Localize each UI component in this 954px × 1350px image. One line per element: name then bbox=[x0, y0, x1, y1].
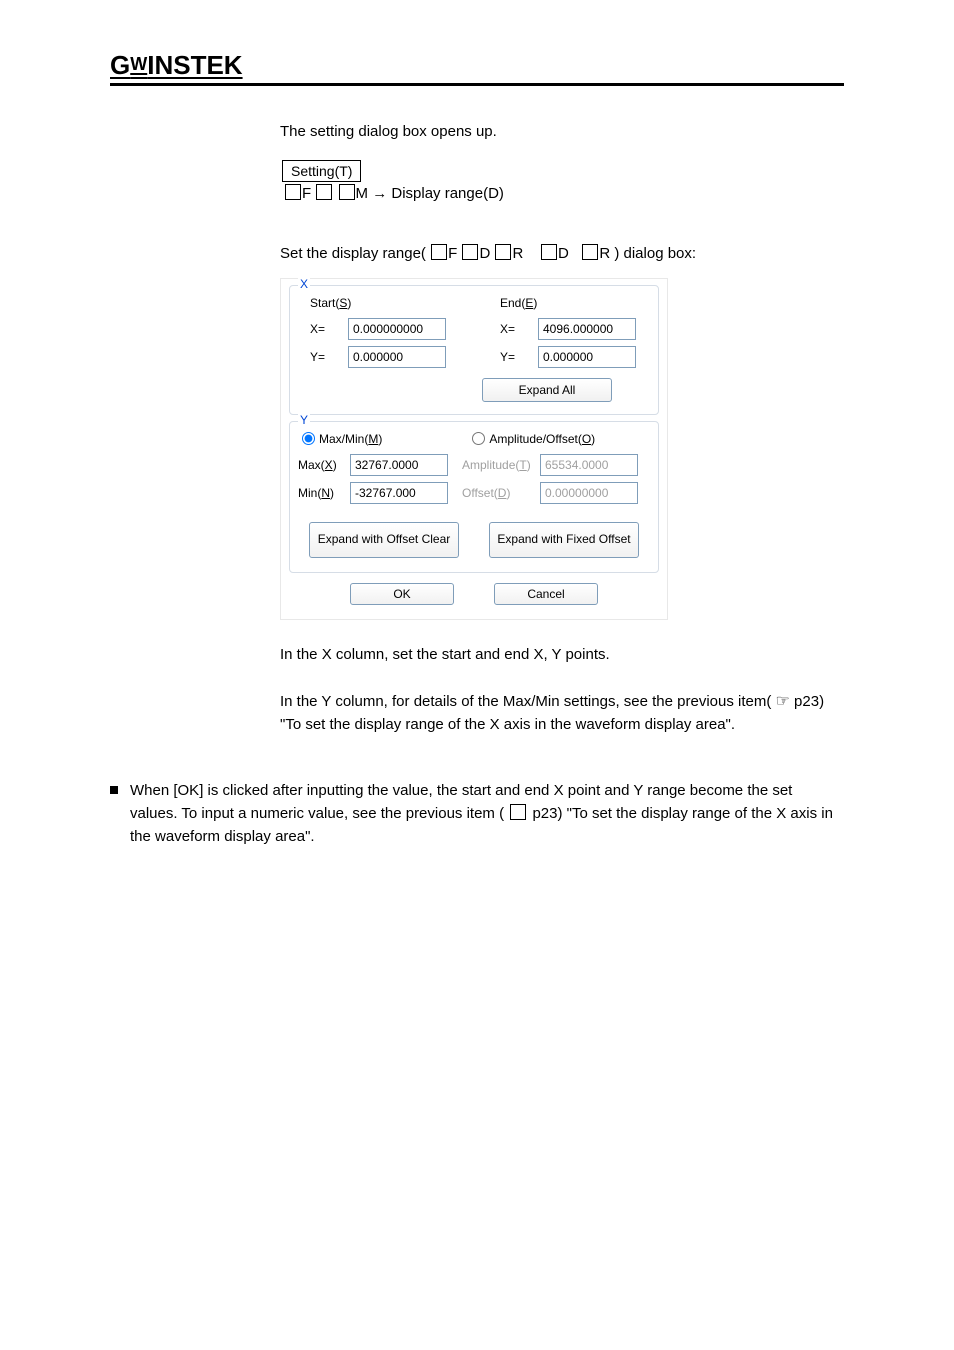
nav-mnemonic-line: F M → Display range(D) bbox=[284, 184, 844, 202]
explain-p2a: In the Y column, for details of the Max/… bbox=[280, 693, 771, 710]
mnemonic-box bbox=[431, 244, 447, 260]
ampoff-col: Amplitude(T) Offset(D) bbox=[462, 454, 638, 504]
mnemonic-f: F bbox=[302, 185, 311, 202]
max-label: Max(X) bbox=[298, 458, 344, 472]
explain-p2: In the Y column, for details of the Max/… bbox=[280, 690, 844, 737]
pointer-icon: ☞ bbox=[776, 690, 790, 714]
end-x-input[interactable] bbox=[538, 318, 636, 340]
display-range-dialog: X Start(S) X= Y= bbox=[280, 278, 668, 620]
expand-fixed-offset-button[interactable]: Expand with Fixed Offset bbox=[489, 522, 639, 558]
maxmin-col: Max(X) Min(N) bbox=[298, 454, 448, 504]
mnemonic-char: D bbox=[479, 245, 490, 262]
maxmin-radio-label: Max/Min(M) bbox=[319, 432, 382, 446]
min-label: Min(N) bbox=[298, 486, 344, 500]
objective-before: Set the display range( bbox=[280, 245, 426, 262]
brand-logo: GWINSTEK bbox=[110, 50, 844, 81]
start-y-input[interactable] bbox=[348, 346, 446, 368]
ampoffset-radio-label: Amplitude/Offset(O) bbox=[489, 432, 595, 446]
header-rule bbox=[110, 83, 844, 86]
maxmin-radio[interactable]: Max/Min(M) bbox=[302, 432, 382, 446]
cancel-button[interactable]: Cancel bbox=[494, 583, 598, 605]
mnemonic-m: M bbox=[356, 185, 369, 202]
intro-line: The setting dialog box opens up. bbox=[280, 121, 844, 144]
y-label: Y= bbox=[310, 350, 342, 364]
end-label: End(E) bbox=[500, 296, 636, 310]
start-label: Start(S) bbox=[310, 296, 446, 310]
max-input[interactable] bbox=[350, 454, 448, 476]
explain-p1: In the X column, set the start and end X… bbox=[280, 644, 844, 667]
amplitude-label: Amplitude(T) bbox=[462, 458, 534, 472]
nav-demo-wrap: Setting(T) F M → Display range(D) bbox=[280, 160, 844, 202]
min-input[interactable] bbox=[350, 482, 448, 504]
amplitude-input bbox=[540, 454, 638, 476]
mnemonic-char: R bbox=[599, 245, 610, 262]
expand-all-button[interactable]: Expand All bbox=[482, 378, 612, 402]
x-label: X= bbox=[500, 322, 532, 336]
x-label: X= bbox=[310, 322, 342, 336]
ok-button[interactable]: OK bbox=[350, 583, 454, 605]
maxmin-radio-input[interactable] bbox=[302, 432, 315, 445]
mnemonic-char: R bbox=[512, 245, 523, 262]
expand-offset-clear-button[interactable]: Expand with Offset Clear bbox=[309, 522, 459, 558]
y-label: Y= bbox=[500, 350, 532, 364]
mnemonic-box bbox=[582, 244, 598, 260]
mnemonic-box bbox=[510, 804, 526, 820]
x-groupbox: X Start(S) X= Y= bbox=[289, 285, 659, 415]
mnemonic-box bbox=[316, 184, 332, 200]
nav-item-text: Display range(D) bbox=[391, 185, 504, 202]
x-legend: X bbox=[298, 277, 310, 291]
end-y-input[interactable] bbox=[538, 346, 636, 368]
mnemonic-box bbox=[495, 244, 511, 260]
mnemonic-box bbox=[541, 244, 557, 260]
x-start-col: Start(S) X= Y= bbox=[310, 296, 446, 368]
bullet-text: When [OK] is clicked after inputting the… bbox=[130, 779, 844, 849]
offset-input bbox=[540, 482, 638, 504]
objective-text: Set the display range( F D R D R ) dialo… bbox=[280, 242, 844, 266]
arrow-icon: → bbox=[372, 185, 387, 202]
mnemonic-box bbox=[462, 244, 478, 260]
mnemonic-box bbox=[339, 184, 355, 200]
mnemonic-box bbox=[285, 184, 301, 200]
x-end-col: End(E) X= Y= bbox=[500, 296, 636, 368]
ampoffset-radio[interactable]: Amplitude/Offset(O) bbox=[472, 432, 595, 446]
y-legend: Y bbox=[298, 413, 310, 427]
start-x-input[interactable] bbox=[348, 318, 446, 340]
y-groupbox: Y Max/Min(M) Amplitude/Offset(O) Max(X) bbox=[289, 421, 659, 573]
ampoffset-radio-input[interactable] bbox=[472, 432, 485, 445]
objective-after: ) dialog box: bbox=[614, 245, 696, 262]
mnemonic-char: D bbox=[558, 245, 569, 262]
offset-label: Offset(D) bbox=[462, 486, 534, 500]
mnemonic-char: F bbox=[448, 245, 457, 262]
nav-label-text: Setting(T) bbox=[291, 163, 352, 179]
bullet-square-icon bbox=[110, 786, 118, 794]
nav-label-box: Setting(T) bbox=[282, 160, 361, 182]
